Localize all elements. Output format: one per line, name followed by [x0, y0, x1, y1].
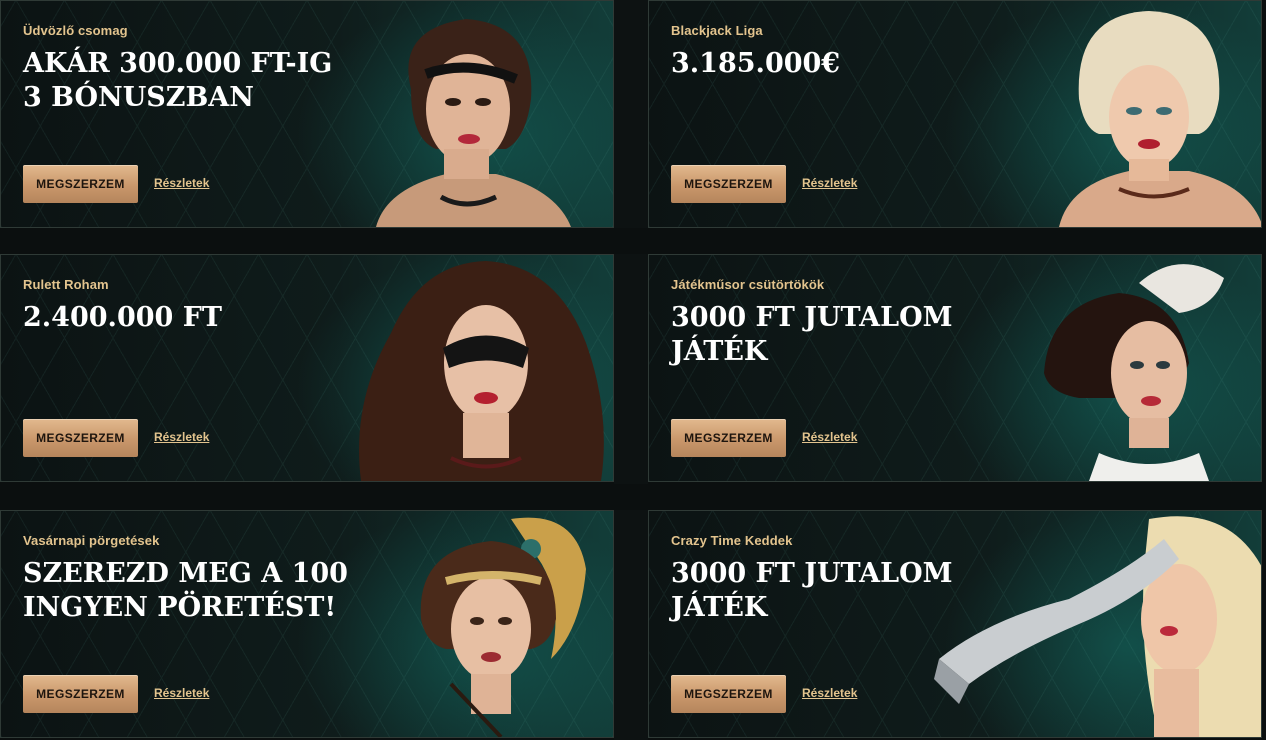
column-gap	[614, 0, 648, 740]
claim-button[interactable]: MEGSZERZEM	[671, 419, 786, 457]
promo-label: Blackjack Liga	[671, 23, 763, 38]
masked-woman-curly-hair-portrait	[359, 261, 604, 481]
claim-button[interactable]: MEGSZERZEM	[671, 675, 786, 713]
promo-label: Crazy Time Keddek	[671, 533, 793, 548]
promo-title-line: 3000 FT JUTALOM	[671, 302, 953, 333]
promo-title: 3000 FT JUTALOM JÁTÉK	[671, 557, 1031, 625]
promo-title-line: 2.400.000 FT	[23, 302, 222, 333]
claim-button[interactable]: MEGSZERZEM	[23, 419, 138, 457]
promo-card-roulette-rush[interactable]: Rulett Roham 2.400.000 FT MEGSZERZEM Rés…	[0, 254, 614, 482]
row-gap	[0, 484, 1266, 510]
details-link[interactable]: Részletek	[802, 686, 857, 700]
promo-title-line: SZEREZD MEG A 100	[23, 558, 348, 589]
woman-feather-hat-portrait	[1044, 264, 1224, 481]
promo-title: 2.400.000 FT	[23, 301, 383, 335]
promo-title: AKÁR 300.000 FT-IG 3 BÓNUSZBAN	[23, 47, 383, 115]
row-gap	[0, 228, 1266, 254]
promo-title: 3000 FT JUTALOM JÁTÉK	[671, 301, 1031, 369]
promo-label: Rulett Roham	[23, 277, 109, 292]
promo-title-line: JÁTÉK	[671, 336, 768, 367]
promo-label: Vasárnapi pörgetések	[23, 533, 160, 548]
promotions-grid: Üdvözlő csomag AKÁR 300.000 FT-IG 3 BÓNU…	[0, 0, 1266, 740]
claim-button[interactable]: MEGSZERZEM	[23, 165, 138, 203]
promo-title-line: 3 BÓNUSZBAN	[23, 82, 254, 113]
promo-card-blackjack-league[interactable]: Blackjack Liga 3.185.000€ MEGSZERZEM Rés…	[648, 0, 1262, 228]
promo-card-crazy-time-tuesdays[interactable]: Crazy Time Keddek 3000 FT JUTALOM JÁTÉK …	[648, 510, 1262, 738]
promo-label: Játékműsor csütörtökök	[671, 277, 825, 292]
details-link[interactable]: Részletek	[802, 430, 857, 444]
blonde-bob-woman-portrait	[1059, 11, 1261, 227]
promo-label: Üdvözlő csomag	[23, 23, 128, 38]
claim-button[interactable]: MEGSZERZEM	[671, 165, 786, 203]
promo-title-line: INGYEN PÖRETÉST!	[23, 592, 337, 623]
promo-title-line: JÁTÉK	[671, 592, 768, 623]
claim-button[interactable]: MEGSZERZEM	[23, 675, 138, 713]
promo-title-line: AKÁR 300.000 FT-IG	[23, 48, 333, 79]
promo-card-sunday-spins[interactable]: Vasárnapi pörgetések SZEREZD MEG A 100 I…	[0, 510, 614, 738]
details-link[interactable]: Részletek	[154, 686, 209, 700]
promo-card-welcome-package[interactable]: Üdvözlő csomag AKÁR 300.000 FT-IG 3 BÓNU…	[0, 0, 614, 228]
flapper-woman-headband-portrait	[376, 19, 571, 227]
promo-title: 3.185.000€	[671, 47, 1031, 81]
promo-title: SZEREZD MEG A 100 INGYEN PÖRETÉST!	[23, 557, 383, 625]
details-link[interactable]: Részletek	[154, 176, 209, 190]
details-link[interactable]: Részletek	[154, 430, 209, 444]
promo-title-line: 3.185.000€	[671, 48, 841, 79]
flapper-woman-peacock-feather-portrait	[420, 517, 586, 737]
promo-title-line: 3000 FT JUTALOM	[671, 558, 953, 589]
promo-card-gameshow-thursdays[interactable]: Játékműsor csütörtökök 3000 FT JUTALOM J…	[648, 254, 1262, 482]
details-link[interactable]: Részletek	[802, 176, 857, 190]
